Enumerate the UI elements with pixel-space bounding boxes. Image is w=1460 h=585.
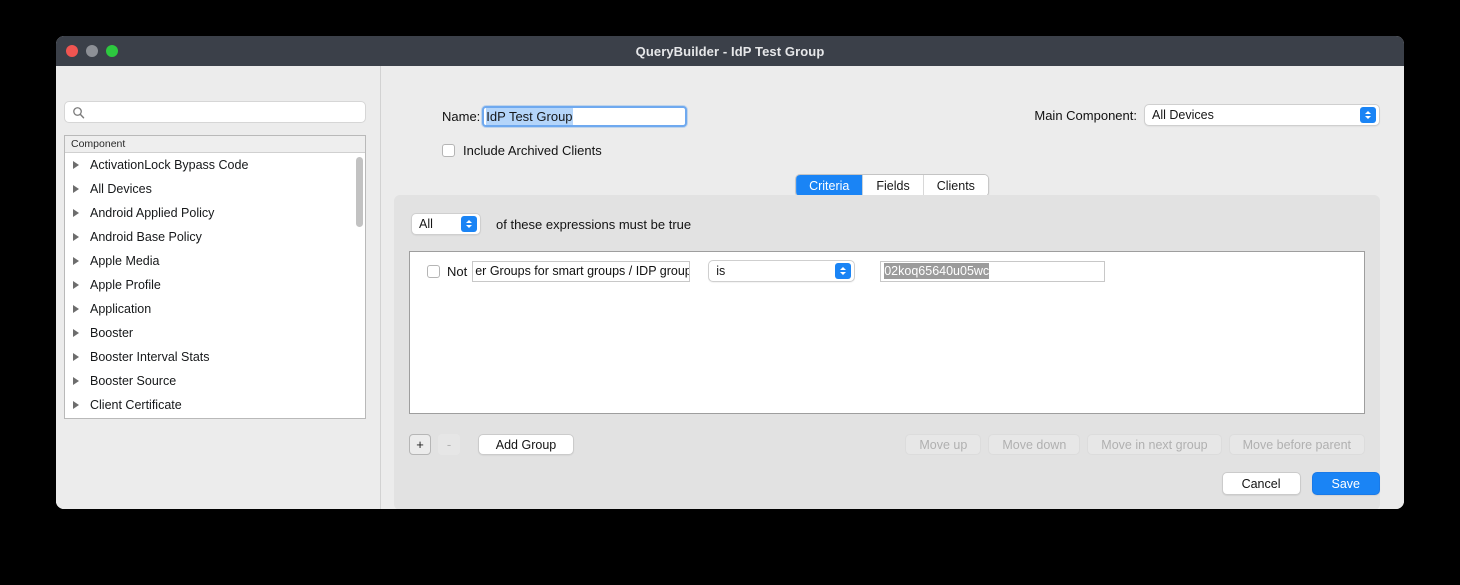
remove-criterion-button: -	[438, 434, 460, 455]
component-list[interactable]: Component ActivationLock Bypass Code All…	[64, 135, 366, 419]
list-item-label: Booster	[90, 326, 134, 340]
add-remove-buttons: + -	[409, 434, 460, 455]
chevron-updown-icon[interactable]	[1360, 107, 1376, 123]
criteria-value-input[interactable]: 02koq65640u05wc	[880, 260, 1106, 282]
list-item[interactable]: Booster Interval Stats	[65, 345, 365, 369]
list-item-label: Client Certificate	[90, 398, 182, 412]
list-item[interactable]: ActivationLock Bypass Code	[65, 153, 365, 177]
disclosure-triangle-icon[interactable]	[73, 329, 79, 337]
list-item-label: All Devices	[90, 182, 152, 196]
tab-fields[interactable]: Fields	[863, 175, 924, 196]
match-rule-text: of these expressions must be true	[496, 216, 692, 232]
window-body: Component ActivationLock Bypass Code All…	[56, 66, 1404, 509]
disclosure-triangle-icon[interactable]	[73, 161, 79, 169]
main-component-value: All Devices	[1152, 108, 1214, 122]
include-archived-label: Include Archived Clients	[463, 143, 602, 158]
save-button[interactable]: Save	[1311, 472, 1380, 495]
scrollbar-thumb[interactable]	[356, 157, 363, 227]
match-rule-row: All of these expressions must be true	[411, 213, 691, 235]
not-checkbox[interactable]	[427, 264, 440, 278]
list-item[interactable]: Android Base Policy	[65, 225, 365, 249]
list-item[interactable]: Booster Source	[65, 369, 365, 393]
name-row: Name: IdP Test Group	[442, 106, 688, 127]
move-up-button: Move up	[905, 434, 982, 455]
editor-tabs: Criteria Fields Clients	[795, 174, 989, 197]
name-label: Name:	[442, 109, 481, 124]
traffic-lights	[66, 36, 118, 66]
window-title: QueryBuilder - IdP Test Group	[635, 43, 825, 59]
component-sidebar: Component ActivationLock Bypass Code All…	[56, 66, 381, 509]
include-archived-checkbox[interactable]	[442, 144, 455, 157]
move-down-button: Move down	[988, 434, 1081, 455]
list-item-label: Application	[90, 302, 152, 316]
list-item-label: Booster Source	[90, 374, 177, 388]
list-item-label: Apple Profile	[90, 278, 161, 292]
list-item[interactable]: Booster	[65, 321, 365, 345]
list-item-label: Apple Media	[90, 254, 160, 268]
disclosure-triangle-icon[interactable]	[73, 305, 79, 313]
tab-clients[interactable]: Clients	[923, 175, 988, 196]
add-group-button[interactable]: Add Group	[478, 434, 574, 455]
criteria-operator-value: is	[716, 264, 726, 278]
list-item[interactable]: Client Certificate	[65, 393, 365, 417]
disclosure-triangle-icon[interactable]	[73, 401, 79, 409]
list-item[interactable]: Apple Profile	[65, 273, 365, 297]
list-item-label: Android Base Policy	[90, 230, 202, 244]
name-input-value: IdP Test Group	[486, 108, 573, 125]
move-before-parent-button: Move before parent	[1228, 434, 1365, 455]
search-input[interactable]	[90, 104, 358, 120]
close-button-icon[interactable]	[66, 45, 78, 57]
include-archived-row[interactable]: Include Archived Clients	[442, 143, 602, 158]
add-criterion-button[interactable]: +	[409, 434, 431, 455]
chevron-updown-icon[interactable]	[461, 216, 477, 232]
not-label: Not	[447, 263, 468, 279]
criteria-button-row: + - Add Group Move up Move down Move in …	[409, 434, 1365, 456]
main-component-label: Main Component:	[1034, 107, 1137, 123]
search-field[interactable]	[64, 101, 366, 123]
window-titlebar: QueryBuilder - IdP Test Group	[56, 36, 1404, 66]
disclosure-triangle-icon[interactable]	[73, 377, 79, 385]
dialog-footer: Cancel Save	[1221, 472, 1380, 495]
query-editor-pane: Name: IdP Test Group Include Archived Cl…	[380, 66, 1404, 509]
component-list-rows: ActivationLock Bypass Code All Devices A…	[65, 153, 365, 417]
match-rule-value: All	[419, 217, 433, 231]
component-list-scrollbar[interactable]	[356, 155, 363, 413]
disclosure-triangle-icon[interactable]	[73, 257, 79, 265]
main-component-select[interactable]: All Devices	[1144, 104, 1380, 126]
chevron-updown-icon[interactable]	[835, 263, 852, 279]
list-item[interactable]: Application	[65, 297, 365, 321]
disclosure-triangle-icon[interactable]	[73, 281, 79, 289]
list-item-label: Android Applied Policy	[90, 206, 215, 220]
tab-criteria[interactable]: Criteria	[796, 175, 864, 196]
expression-row: Not er Groups for smart groups / IDP gro…	[410, 252, 1364, 282]
disclosure-triangle-icon[interactable]	[73, 185, 79, 193]
querybuilder-window: QueryBuilder - IdP Test Group Component …	[56, 36, 1404, 509]
move-buttons: Move up Move down Move in next group Mov…	[905, 434, 1365, 455]
move-in-next-group-button: Move in next group	[1087, 434, 1222, 455]
zoom-button-icon[interactable]	[106, 45, 118, 57]
list-item[interactable]: Android Applied Policy	[65, 201, 365, 225]
disclosure-triangle-icon[interactable]	[73, 353, 79, 361]
match-rule-select[interactable]: All	[411, 213, 481, 235]
criteria-operator-select[interactable]: is	[708, 260, 856, 282]
disclosure-triangle-icon[interactable]	[73, 209, 79, 217]
search-icon	[73, 106, 85, 118]
expressions-box: Not er Groups for smart groups / IDP gro…	[409, 251, 1365, 414]
criteria-value-text: 02koq65640u05wc	[884, 263, 990, 279]
list-item[interactable]: Apple Media	[65, 249, 365, 273]
list-item[interactable]: All Devices	[65, 177, 365, 201]
criteria-field-input[interactable]: er Groups for smart groups / IDP group i…	[472, 260, 691, 282]
list-item-label: ActivationLock Bypass Code	[90, 158, 249, 172]
name-input[interactable]: IdP Test Group	[482, 106, 688, 127]
component-list-header: Component	[65, 136, 365, 153]
minimize-button-icon[interactable]	[86, 45, 98, 57]
main-component-row: Main Component: All Devices	[1034, 104, 1380, 126]
cancel-button[interactable]: Cancel	[1221, 472, 1301, 495]
disclosure-triangle-icon[interactable]	[73, 233, 79, 241]
list-item-label: Booster Interval Stats	[90, 350, 210, 364]
criteria-panel: All of these expressions must be true No…	[394, 195, 1380, 509]
